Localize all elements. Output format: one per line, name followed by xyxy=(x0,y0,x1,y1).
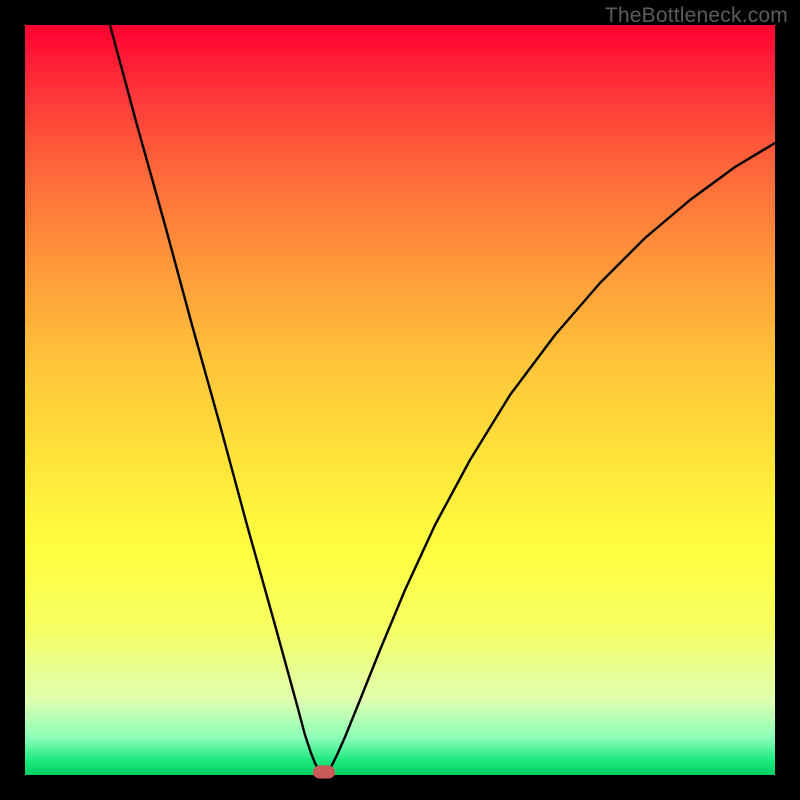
minimum-marker xyxy=(313,766,335,779)
bottleneck-curve xyxy=(25,25,775,775)
plot-area xyxy=(25,25,775,775)
watermark-text: TheBottleneck.com xyxy=(605,4,788,28)
